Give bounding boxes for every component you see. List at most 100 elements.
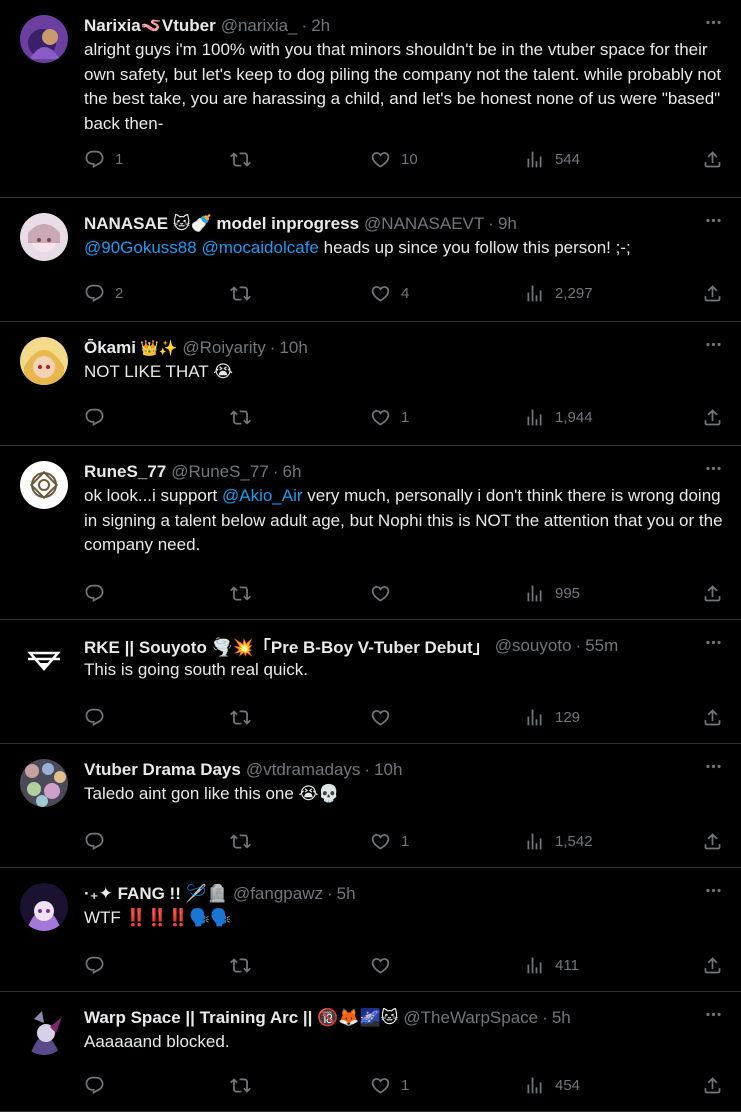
more-button[interactable] bbox=[701, 1002, 725, 1026]
reply-button[interactable]: 1 bbox=[84, 149, 123, 170]
avatar[interactable] bbox=[20, 337, 68, 385]
separator-dot: · bbox=[272, 461, 279, 481]
tweet[interactable]: ·₊✦ FANG !! 🪡🪦 @fangpawz · 5h WTF ‼️‼️‼️… bbox=[0, 868, 741, 992]
timestamp[interactable]: 10h bbox=[374, 760, 402, 780]
avatar[interactable] bbox=[20, 461, 68, 509]
user-handle[interactable]: @RuneS_77 bbox=[171, 462, 269, 482]
repost-button[interactable] bbox=[230, 707, 261, 728]
share-button[interactable] bbox=[702, 149, 723, 170]
mention-link[interactable]: @mocaidolcafe bbox=[201, 238, 318, 257]
display-name[interactable]: RKE || Souyoto 🌪️💥「Pre B-Boy V-Tuber Deb… bbox=[84, 633, 490, 658]
repost-button[interactable] bbox=[230, 149, 261, 170]
views-count: 129 bbox=[555, 708, 581, 726]
timestamp[interactable]: 6h bbox=[282, 462, 301, 482]
display-name[interactable]: Vtuber Drama Days bbox=[84, 760, 241, 780]
reply-button[interactable] bbox=[84, 407, 115, 428]
more-icon bbox=[705, 218, 721, 222]
views-icon bbox=[527, 1077, 542, 1093]
repost-button[interactable] bbox=[230, 831, 261, 852]
repost-button[interactable] bbox=[230, 583, 261, 604]
user-handle[interactable]: @vtdramadays bbox=[246, 760, 361, 780]
avatar[interactable] bbox=[20, 1007, 68, 1055]
user-handle[interactable]: @souyoto bbox=[495, 636, 572, 656]
avatar[interactable] bbox=[20, 635, 68, 683]
repost-button[interactable] bbox=[230, 1075, 261, 1096]
more-button[interactable] bbox=[701, 878, 725, 902]
timestamp[interactable]: 10h bbox=[279, 338, 307, 358]
mention-link[interactable]: @90Gokuss88 bbox=[84, 238, 197, 257]
avatar[interactable] bbox=[20, 213, 68, 261]
views-icon bbox=[527, 285, 542, 301]
avatar[interactable] bbox=[20, 15, 68, 63]
reply-button[interactable] bbox=[84, 1075, 115, 1096]
more-button[interactable] bbox=[701, 10, 725, 34]
display-name[interactable]: ·₊✦ FANG !! 🪡🪦 bbox=[84, 884, 228, 904]
share-button[interactable] bbox=[702, 955, 723, 976]
user-handle[interactable]: @TheWarpSpace bbox=[403, 1008, 538, 1028]
more-button[interactable] bbox=[701, 456, 725, 480]
views-button[interactable]: 454 bbox=[524, 1075, 580, 1096]
views-button[interactable]: 995 bbox=[524, 583, 580, 604]
avatar[interactable] bbox=[20, 883, 68, 931]
like-button[interactable]: 1 bbox=[370, 831, 409, 852]
views-button[interactable]: 1,944 bbox=[524, 407, 593, 428]
display-name[interactable]: Ōkami bbox=[84, 338, 136, 358]
reply-button[interactable] bbox=[84, 831, 115, 852]
tweet[interactable]: NANASAE 🐱🍼 model inprogress @NANASAEVT ·… bbox=[0, 198, 741, 322]
more-button[interactable] bbox=[701, 630, 725, 654]
tweet[interactable]: Narixia🪱Vtuber @narixia_ · 2h alright gu… bbox=[0, 0, 741, 198]
replies-count: 1 bbox=[115, 150, 124, 168]
avatar[interactable] bbox=[20, 759, 68, 807]
user-handle[interactable]: @fangpawz bbox=[233, 884, 323, 904]
views-button[interactable]: 129 bbox=[524, 707, 580, 728]
display-name[interactable]: NANASAE 🐱🍼 model inprogress bbox=[84, 214, 359, 234]
reply-button[interactable] bbox=[84, 707, 115, 728]
like-button[interactable] bbox=[370, 955, 401, 976]
user-handle[interactable]: @Roiyarity bbox=[182, 338, 265, 358]
share-button[interactable] bbox=[702, 283, 723, 304]
timestamp[interactable]: 5h bbox=[337, 884, 356, 904]
display-name[interactable]: Warp Space || Training Arc || 🔞🦊🌌🐱 bbox=[84, 1008, 398, 1028]
like-button[interactable] bbox=[370, 707, 401, 728]
display-name[interactable]: Narixia🪱Vtuber bbox=[84, 16, 216, 36]
timeline: Narixia🪱Vtuber @narixia_ · 2h alright gu… bbox=[0, 0, 741, 1112]
share-button[interactable] bbox=[702, 407, 723, 428]
tweet[interactable]: Ōkami 👑✨ @Roiyarity · 10h NOT LIKE THAT … bbox=[0, 322, 741, 446]
more-button[interactable] bbox=[701, 332, 725, 356]
views-button[interactable]: 544 bbox=[524, 149, 580, 170]
timestamp[interactable]: 2h bbox=[311, 16, 330, 36]
repost-button[interactable] bbox=[230, 283, 261, 304]
views-icon bbox=[527, 833, 542, 849]
views-button[interactable]: 1,542 bbox=[524, 831, 593, 852]
repost-button[interactable] bbox=[230, 955, 261, 976]
more-button[interactable] bbox=[701, 754, 725, 778]
views-button[interactable]: 411 bbox=[524, 955, 579, 976]
tweet[interactable]: Warp Space || Training Arc || 🔞🦊🌌🐱 @TheW… bbox=[0, 992, 741, 1112]
reply-button[interactable] bbox=[84, 583, 115, 604]
share-button[interactable] bbox=[702, 707, 723, 728]
reply-button[interactable] bbox=[84, 955, 115, 976]
user-handle[interactable]: @narixia_ bbox=[221, 16, 298, 36]
user-handle[interactable]: @NANASAEVT bbox=[364, 214, 484, 234]
more-button[interactable] bbox=[701, 208, 725, 232]
tweet[interactable]: Vtuber Drama Days @vtdramadays · 10h Tal… bbox=[0, 744, 741, 868]
timestamp[interactable]: 55m bbox=[585, 636, 618, 656]
replies-count: 2 bbox=[115, 284, 124, 302]
tweet[interactable]: RKE || Souyoto 🌪️💥「Pre B-Boy V-Tuber Deb… bbox=[0, 620, 741, 744]
repost-button[interactable] bbox=[230, 407, 261, 428]
timestamp[interactable]: 5h bbox=[552, 1008, 571, 1028]
display-name[interactable]: RuneS_77 bbox=[84, 462, 166, 482]
like-button[interactable]: 4 bbox=[370, 283, 409, 304]
share-button[interactable] bbox=[702, 1075, 723, 1096]
mention-link[interactable]: @Akio_Air bbox=[222, 486, 303, 505]
timestamp[interactable]: 9h bbox=[498, 214, 517, 234]
like-button[interactable]: 10 bbox=[370, 149, 418, 170]
views-button[interactable]: 2,297 bbox=[524, 283, 593, 304]
share-button[interactable] bbox=[702, 583, 723, 604]
reply-button[interactable]: 2 bbox=[84, 283, 123, 304]
like-button[interactable] bbox=[370, 583, 401, 604]
like-button[interactable]: 1 bbox=[370, 407, 409, 428]
like-button[interactable]: 1 bbox=[370, 1075, 409, 1096]
tweet[interactable]: RuneS_77 @RuneS_77 · 6h ok look...i supp… bbox=[0, 446, 741, 620]
share-button[interactable] bbox=[702, 831, 723, 852]
